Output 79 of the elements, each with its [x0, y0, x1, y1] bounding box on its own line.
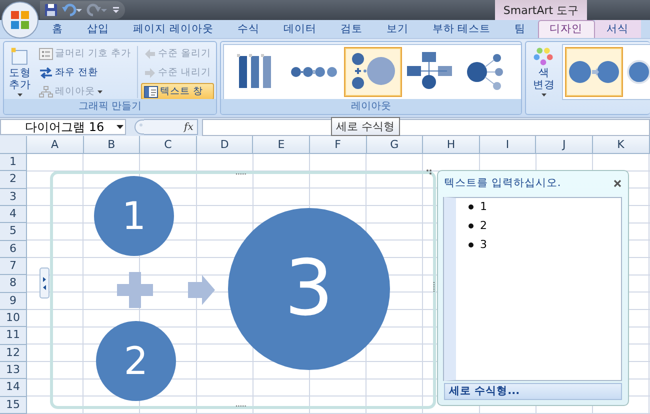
ribbon-tab[interactable]: 수식	[225, 20, 272, 38]
ribbon-button[interactable]: 도형 추가	[6, 44, 34, 101]
ribbon-tab[interactable]: 검토	[328, 20, 374, 38]
ribbon-tab[interactable]: 삽입	[75, 20, 121, 38]
column-header[interactable]: H	[423, 136, 480, 154]
save-icon[interactable]	[44, 3, 58, 17]
row-header[interactable]: 6	[0, 240, 27, 258]
bullet-icon	[468, 242, 474, 248]
bullet-item[interactable]: 2	[480, 219, 487, 232]
row-header[interactable]: 1	[0, 154, 27, 172]
row-header[interactable]: 13	[0, 362, 27, 380]
diagram-circle: 3	[228, 208, 390, 370]
column-header[interactable]: B	[84, 136, 140, 154]
column-header[interactable]: I	[480, 136, 536, 154]
left-arrow-icon	[144, 48, 156, 60]
vertical-equation-thumbnail[interactable]	[344, 47, 402, 97]
formula-bar-handle-icon[interactable]	[134, 119, 144, 135]
row-header[interactable]: 12	[0, 344, 27, 362]
ribbon-tab[interactable]: 페이지 레이아웃	[121, 20, 226, 38]
column-header[interactable]: F	[310, 136, 367, 154]
column-header[interactable]: J	[536, 136, 593, 154]
bullet-list-icon	[39, 48, 54, 60]
row-header[interactable]: 9	[0, 292, 27, 310]
column-header[interactable]: G	[366, 136, 424, 154]
bullet-item[interactable]: 1	[480, 200, 487, 213]
flat-circles-thumbnail[interactable]	[565, 47, 623, 97]
text-entry-field[interactable]: 1 2 3	[444, 197, 622, 381]
row-header[interactable]: 8	[0, 275, 27, 293]
ribbon-button[interactable]: 좌우 전환	[36, 64, 134, 81]
group-label: 그래픽 만들기	[4, 99, 216, 114]
column-header[interactable]: D	[196, 136, 254, 154]
diagram-circle: 1	[94, 176, 174, 256]
right-arrow-icon	[144, 66, 156, 78]
ribbon-tab[interactable]: 서식	[594, 20, 641, 38]
ribbon-tab[interactable]: 부하 테스트	[420, 20, 503, 38]
row-header[interactable]: 11	[0, 327, 27, 345]
ribbon-tab[interactable]: 홈	[40, 20, 75, 38]
row-header[interactable]: 4	[0, 206, 27, 224]
caret-icon	[541, 92, 547, 98]
ribbon-tab[interactable]: 팀	[502, 20, 538, 38]
ribbon-tab[interactable]: 보기	[374, 20, 420, 38]
text-pane-icon	[144, 86, 158, 98]
column-header[interactable]: C	[140, 136, 197, 154]
diagram-circle: 2	[96, 321, 176, 401]
grip-icon[interactable]	[426, 169, 432, 175]
ribbon-tab[interactable]: 디자인	[538, 20, 595, 38]
tooltip: 세로 수식형	[331, 117, 400, 136]
row-header[interactable]: 14	[0, 379, 27, 397]
diagram-frame[interactable]	[50, 171, 436, 409]
name-box[interactable]: 다이어그램 16	[0, 119, 126, 135]
ribbon-button[interactable]: 텍스트 창	[140, 83, 214, 100]
contextual-tab-title: SmartArt 도구	[495, 0, 587, 20]
undo-icon[interactable]	[61, 3, 83, 17]
bullet-icon	[468, 204, 474, 210]
office-button-icon[interactable]	[1, 1, 39, 39]
plus-sign-icon	[117, 272, 153, 308]
row-header[interactable]: 5	[0, 223, 27, 241]
row-header[interactable]: 3	[0, 188, 27, 206]
row-header[interactable]: 15	[0, 396, 27, 414]
hierarchy-icon	[39, 86, 54, 98]
ribbon-tab[interactable]: 데이터	[271, 20, 328, 38]
bullet-item[interactable]: 3	[480, 238, 487, 251]
column-header[interactable]: K	[592, 136, 650, 154]
column-header[interactable]: E	[253, 136, 310, 154]
right-arrow-icon	[188, 275, 215, 305]
pane-title: 텍스트를 입력하십시오.	[444, 176, 561, 190]
bullet-icon	[468, 222, 474, 228]
row-header[interactable]: 2	[0, 171, 27, 189]
caret-icon	[97, 88, 104, 94]
pane-toggle-icon	[40, 268, 50, 298]
row-header[interactable]: 7	[0, 258, 27, 276]
close-icon[interactable]	[613, 178, 622, 188]
caret-icon[interactable]	[116, 124, 124, 130]
group-label: 레이아웃	[221, 99, 521, 114]
color-change-button[interactable]: 색 변경	[528, 44, 560, 101]
layout-name-link[interactable]: 세로 수식형...	[444, 383, 622, 400]
column-header[interactable]: A	[27, 136, 84, 154]
swap-arrows-icon	[39, 66, 54, 78]
row-header[interactable]: 10	[0, 310, 27, 328]
